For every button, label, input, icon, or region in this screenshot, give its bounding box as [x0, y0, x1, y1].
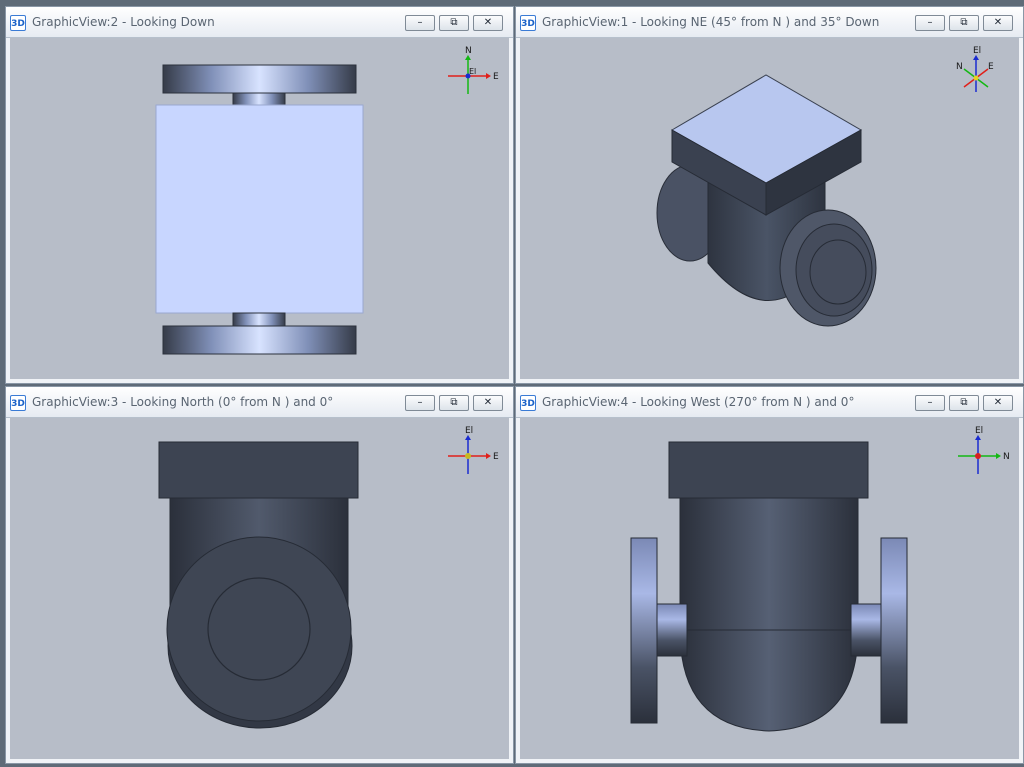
flange-neck-top [232, 92, 286, 107]
valve-bottom-shell [679, 629, 859, 732]
view-title: GraphicView:1 - Looking NE (45° from N )… [542, 15, 880, 29]
model-canvas-north[interactable]: El E [10, 418, 511, 761]
view-titlebar[interactable]: 3D GraphicView:2 - Looking Down – ⧉ ✕ [6, 7, 513, 38]
svg-text:El: El [973, 46, 981, 56]
view-pane-looking-west[interactable]: 3D GraphicView:4 - Looking West (270° fr… [515, 386, 1024, 764]
flange-bottom [162, 325, 357, 355]
view-titlebar[interactable]: 3D GraphicView:3 - Looking North (0° fro… [6, 387, 513, 418]
minimize-button[interactable]: – [915, 395, 945, 411]
flange-neck-right [850, 603, 882, 657]
svg-text:E: E [493, 452, 499, 462]
graphic-viewport[interactable]: El E [10, 418, 509, 759]
svg-text:El: El [975, 426, 983, 436]
view-pane-looking-north[interactable]: 3D GraphicView:3 - Looking North (0° fro… [5, 386, 514, 764]
graphic-viewport[interactable]: N E El [10, 38, 509, 379]
flange-neck-left [656, 603, 688, 657]
close-button[interactable]: ✕ [983, 395, 1013, 411]
minimize-icon: – [417, 397, 423, 408]
svg-text:N: N [465, 46, 472, 56]
close-icon: ✕ [993, 397, 1003, 408]
view-title: GraphicView:4 - Looking West (270° from … [542, 395, 855, 409]
orientation-triad: El E [448, 426, 499, 474]
view-titlebar[interactable]: 3D GraphicView:1 - Looking NE (45° from … [516, 7, 1023, 38]
view-title: GraphicView:3 - Looking North (0° from N… [32, 395, 334, 409]
close-button[interactable]: ✕ [983, 15, 1013, 31]
restore-button[interactable]: ⧉ [439, 395, 469, 411]
graphic-viewport[interactable]: El N [520, 418, 1019, 759]
restore-icon: ⧉ [450, 397, 458, 408]
minimize-button[interactable]: – [405, 395, 435, 411]
close-icon: ✕ [483, 17, 493, 28]
flange-left [630, 537, 658, 724]
svg-text:E: E [493, 72, 499, 82]
flange-right-face [795, 223, 873, 317]
orientation-triad: N E El [448, 46, 499, 94]
restore-icon: ⧉ [960, 17, 968, 28]
3d-view-icon: 3D [520, 395, 536, 411]
svg-text:N: N [1003, 452, 1010, 462]
minimize-icon: – [927, 397, 933, 408]
restore-icon: ⧉ [960, 397, 968, 408]
flange-face [166, 536, 352, 722]
model-canvas-top[interactable]: N E El [10, 38, 511, 381]
view-pane-looking-down[interactable]: 3D GraphicView:2 - Looking Down – ⧉ ✕ N … [5, 6, 514, 384]
close-icon: ✕ [993, 17, 1003, 28]
valve-cap [668, 441, 869, 499]
model-canvas-west[interactable]: El N [520, 418, 1021, 761]
model-canvas-iso[interactable]: El N E [520, 38, 1021, 381]
restore-button[interactable]: ⧉ [949, 395, 979, 411]
svg-text:El: El [469, 67, 476, 76]
restore-icon: ⧉ [450, 17, 458, 28]
minimize-icon: – [417, 17, 423, 28]
flange-top [162, 64, 357, 94]
3d-view-icon: 3D [10, 395, 26, 411]
minimize-icon: – [927, 17, 933, 28]
view-titlebar[interactable]: 3D GraphicView:4 - Looking West (270° fr… [516, 387, 1023, 418]
orientation-triad: El N E [956, 46, 994, 92]
view-pane-looking-ne[interactable]: 3D GraphicView:1 - Looking NE (45° from … [515, 6, 1024, 384]
close-button[interactable]: ✕ [473, 15, 503, 31]
close-icon: ✕ [483, 397, 493, 408]
valve-cap [158, 441, 359, 499]
minimize-button[interactable]: – [405, 15, 435, 31]
flange-neck-bottom [232, 312, 286, 327]
3d-view-icon: 3D [10, 15, 26, 31]
svg-text:N: N [956, 62, 963, 72]
graphic-viewport[interactable]: El N E [520, 38, 1019, 379]
svg-text:El: El [465, 426, 473, 436]
restore-button[interactable]: ⧉ [439, 15, 469, 31]
valve-body-cylinder [679, 497, 859, 631]
view-title: GraphicView:2 - Looking Down [32, 15, 215, 29]
restore-button[interactable]: ⧉ [949, 15, 979, 31]
close-button[interactable]: ✕ [473, 395, 503, 411]
valve-body-top [155, 104, 364, 314]
orientation-triad: El N [958, 426, 1010, 474]
flange-right [880, 537, 908, 724]
3d-view-icon: 3D [520, 15, 536, 31]
minimize-button[interactable]: – [915, 15, 945, 31]
svg-text:E: E [988, 62, 994, 72]
